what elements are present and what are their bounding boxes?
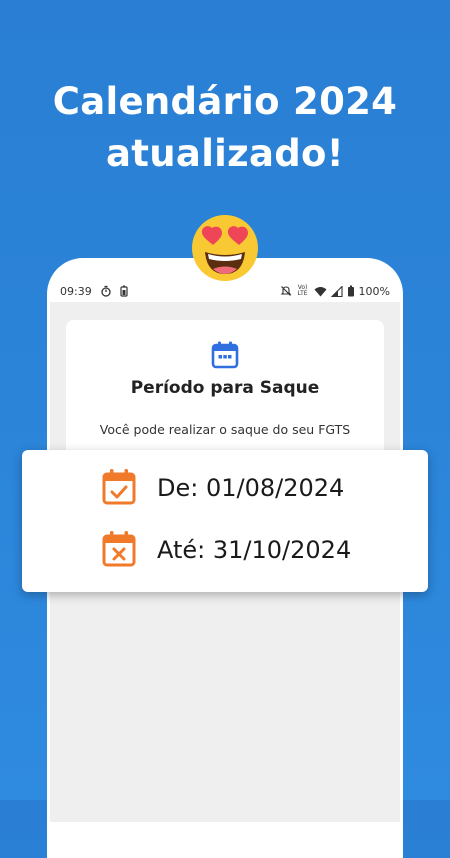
network-label: Vo) LTE bbox=[297, 284, 308, 297]
battery-percent: 100% bbox=[358, 284, 390, 298]
card-subtitle: Você pode realizar o saque do seu FGTS bbox=[99, 422, 351, 437]
end-date-row: Até: 31/10/2024 bbox=[22, 530, 428, 570]
headline: Calendário 2024 atualizado! bbox=[0, 76, 450, 180]
status-time: 09:39 bbox=[60, 284, 92, 298]
mute-icon bbox=[280, 286, 291, 296]
end-date-label: Até: 31/10/2024 bbox=[157, 536, 352, 564]
battery-saver-icon bbox=[120, 285, 128, 297]
start-date-row: De: 01/08/2024 bbox=[22, 468, 428, 508]
headline-line-1: Calendário 2024 bbox=[52, 80, 398, 123]
status-bar: 09:39 Vo) LTE 100% bbox=[50, 280, 400, 302]
calendar-x-icon bbox=[102, 531, 136, 567]
heart-eyes-emoji bbox=[192, 215, 258, 281]
headline-line-2: atualizado! bbox=[106, 132, 344, 175]
calendar-check-icon bbox=[102, 469, 136, 505]
dates-panel: De: 01/08/2024 Até: 31/10/2024 bbox=[22, 450, 428, 592]
timer-icon bbox=[101, 285, 111, 297]
signal-icon bbox=[330, 285, 343, 297]
battery-icon bbox=[347, 285, 354, 297]
wifi-icon bbox=[314, 286, 327, 296]
start-date-label: De: 01/08/2024 bbox=[157, 474, 345, 502]
card-title: Período para Saque bbox=[130, 378, 320, 398]
calendar-icon bbox=[211, 341, 239, 369]
